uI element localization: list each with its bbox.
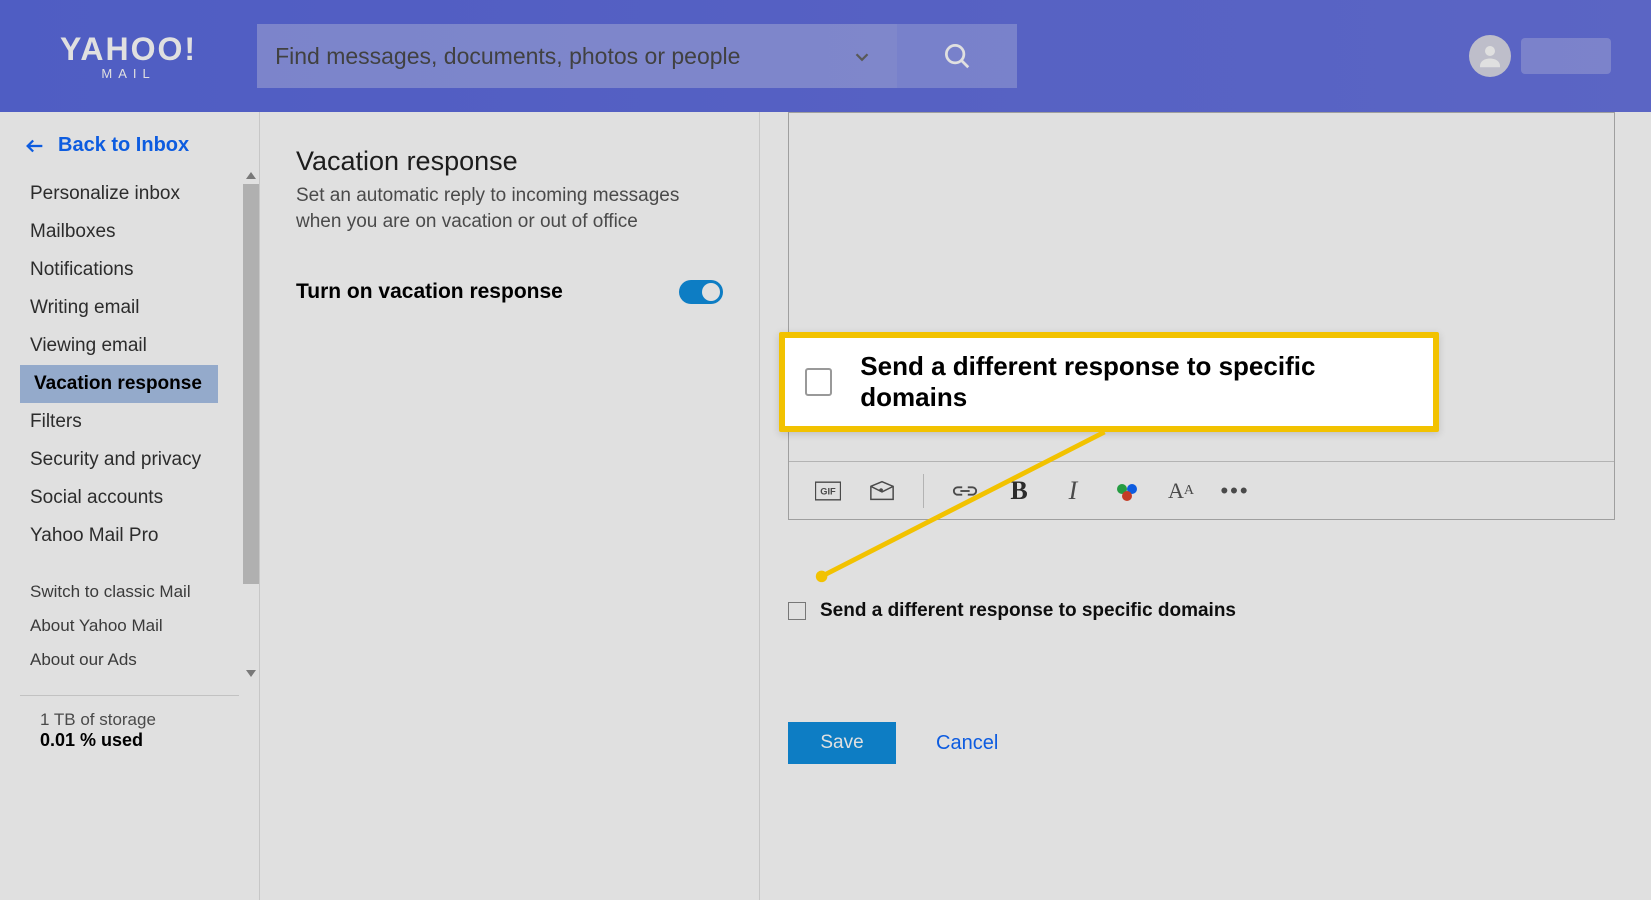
font-size-icon[interactable]: AA — [1168, 478, 1194, 504]
vacation-editor-panel: GIF B I AA ••• Send a different — [760, 112, 1651, 900]
vacation-toggle[interactable] — [679, 280, 723, 304]
sidebar-footer-links: Switch to classic Mail About Yahoo Mail … — [0, 555, 259, 677]
arrow-left-icon — [24, 135, 46, 157]
toggle-row: Turn on vacation response — [296, 280, 723, 304]
svg-text:GIF: GIF — [820, 486, 836, 496]
annotation-callout: Send a different response to specific do… — [779, 332, 1439, 432]
vacation-settings-panel: Vacation response Set an automatic reply… — [260, 112, 760, 900]
sidebar-item-vacation[interactable]: Vacation response — [20, 365, 218, 403]
sidebar-item-filters[interactable]: Filters — [0, 403, 259, 441]
switch-classic-link[interactable]: Switch to classic Mail — [30, 575, 229, 609]
italic-icon[interactable]: I — [1060, 478, 1086, 504]
bold-icon[interactable]: B — [1006, 478, 1032, 504]
card-icon[interactable] — [869, 478, 895, 504]
action-buttons: Save Cancel — [788, 722, 1615, 764]
search-wrap — [257, 24, 1017, 88]
app-header: YAHOO! MAIL — [0, 0, 1651, 112]
panel-description: Set an automatic reply to incoming messa… — [296, 183, 723, 234]
sidebar-item-viewing[interactable]: Viewing email — [0, 327, 259, 365]
settings-sidebar: Back to Inbox Personalize inbox Mailboxe… — [0, 112, 260, 900]
link-icon[interactable] — [952, 478, 978, 504]
message-editor[interactable]: GIF B I AA ••• — [788, 112, 1615, 520]
save-button[interactable]: Save — [788, 722, 896, 764]
scroll-up-icon[interactable] — [246, 172, 256, 179]
panel-title: Vacation response — [296, 146, 723, 177]
search-icon — [942, 41, 972, 71]
gif-icon[interactable]: GIF — [815, 478, 841, 504]
storage-info: 1 TB of storage 0.01 % used — [0, 710, 259, 751]
back-to-inbox-link[interactable]: Back to Inbox — [0, 112, 259, 175]
logo-bang: ! — [184, 31, 197, 67]
different-response-checkbox[interactable] — [788, 602, 806, 620]
sidebar-divider — [20, 695, 239, 696]
search-input[interactable] — [257, 24, 897, 88]
sidebar-item-personalize[interactable]: Personalize inbox — [0, 175, 259, 213]
storage-used: 0.01 % used — [40, 730, 219, 751]
sidebar-items: Personalize inbox Mailboxes Notification… — [0, 175, 259, 555]
sidebar-item-mailboxes[interactable]: Mailboxes — [0, 213, 259, 251]
color-icon[interactable] — [1114, 478, 1140, 504]
different-response-row: Send a different response to specific do… — [788, 600, 1615, 622]
cancel-button[interactable]: Cancel — [936, 732, 998, 755]
logo-subtext: MAIL — [60, 67, 197, 80]
callout-label: Send a different response to specific do… — [860, 351, 1413, 413]
more-icon[interactable]: ••• — [1222, 478, 1248, 504]
scroll-down-icon[interactable] — [246, 670, 256, 677]
account-menu[interactable] — [1469, 35, 1611, 77]
different-response-label: Send a different response to specific do… — [820, 600, 1236, 622]
yahoo-logo: YAHOO! MAIL — [60, 33, 197, 80]
toolbar-divider — [923, 474, 924, 508]
callout-checkbox[interactable] — [805, 368, 832, 396]
avatar — [1469, 35, 1511, 77]
person-icon — [1475, 41, 1505, 71]
sidebar-item-notifications[interactable]: Notifications — [0, 251, 259, 289]
account-name-placeholder — [1521, 38, 1611, 74]
logo-text: YAHOO — [60, 31, 184, 67]
storage-total: 1 TB of storage — [40, 710, 219, 730]
scrollbar-thumb[interactable] — [243, 184, 259, 584]
about-mail-link[interactable]: About Yahoo Mail — [30, 609, 229, 643]
sidebar-item-social[interactable]: Social accounts — [0, 479, 259, 517]
editor-toolbar: GIF B I AA ••• — [789, 461, 1614, 519]
about-ads-link[interactable]: About our Ads — [30, 643, 229, 677]
sidebar-item-writing[interactable]: Writing email — [0, 289, 259, 327]
back-label: Back to Inbox — [58, 134, 189, 157]
sidebar-item-security[interactable]: Security and privacy — [0, 441, 259, 479]
sidebar-item-pro[interactable]: Yahoo Mail Pro — [0, 517, 259, 555]
search-button[interactable] — [897, 24, 1017, 88]
toggle-label: Turn on vacation response — [296, 280, 563, 304]
